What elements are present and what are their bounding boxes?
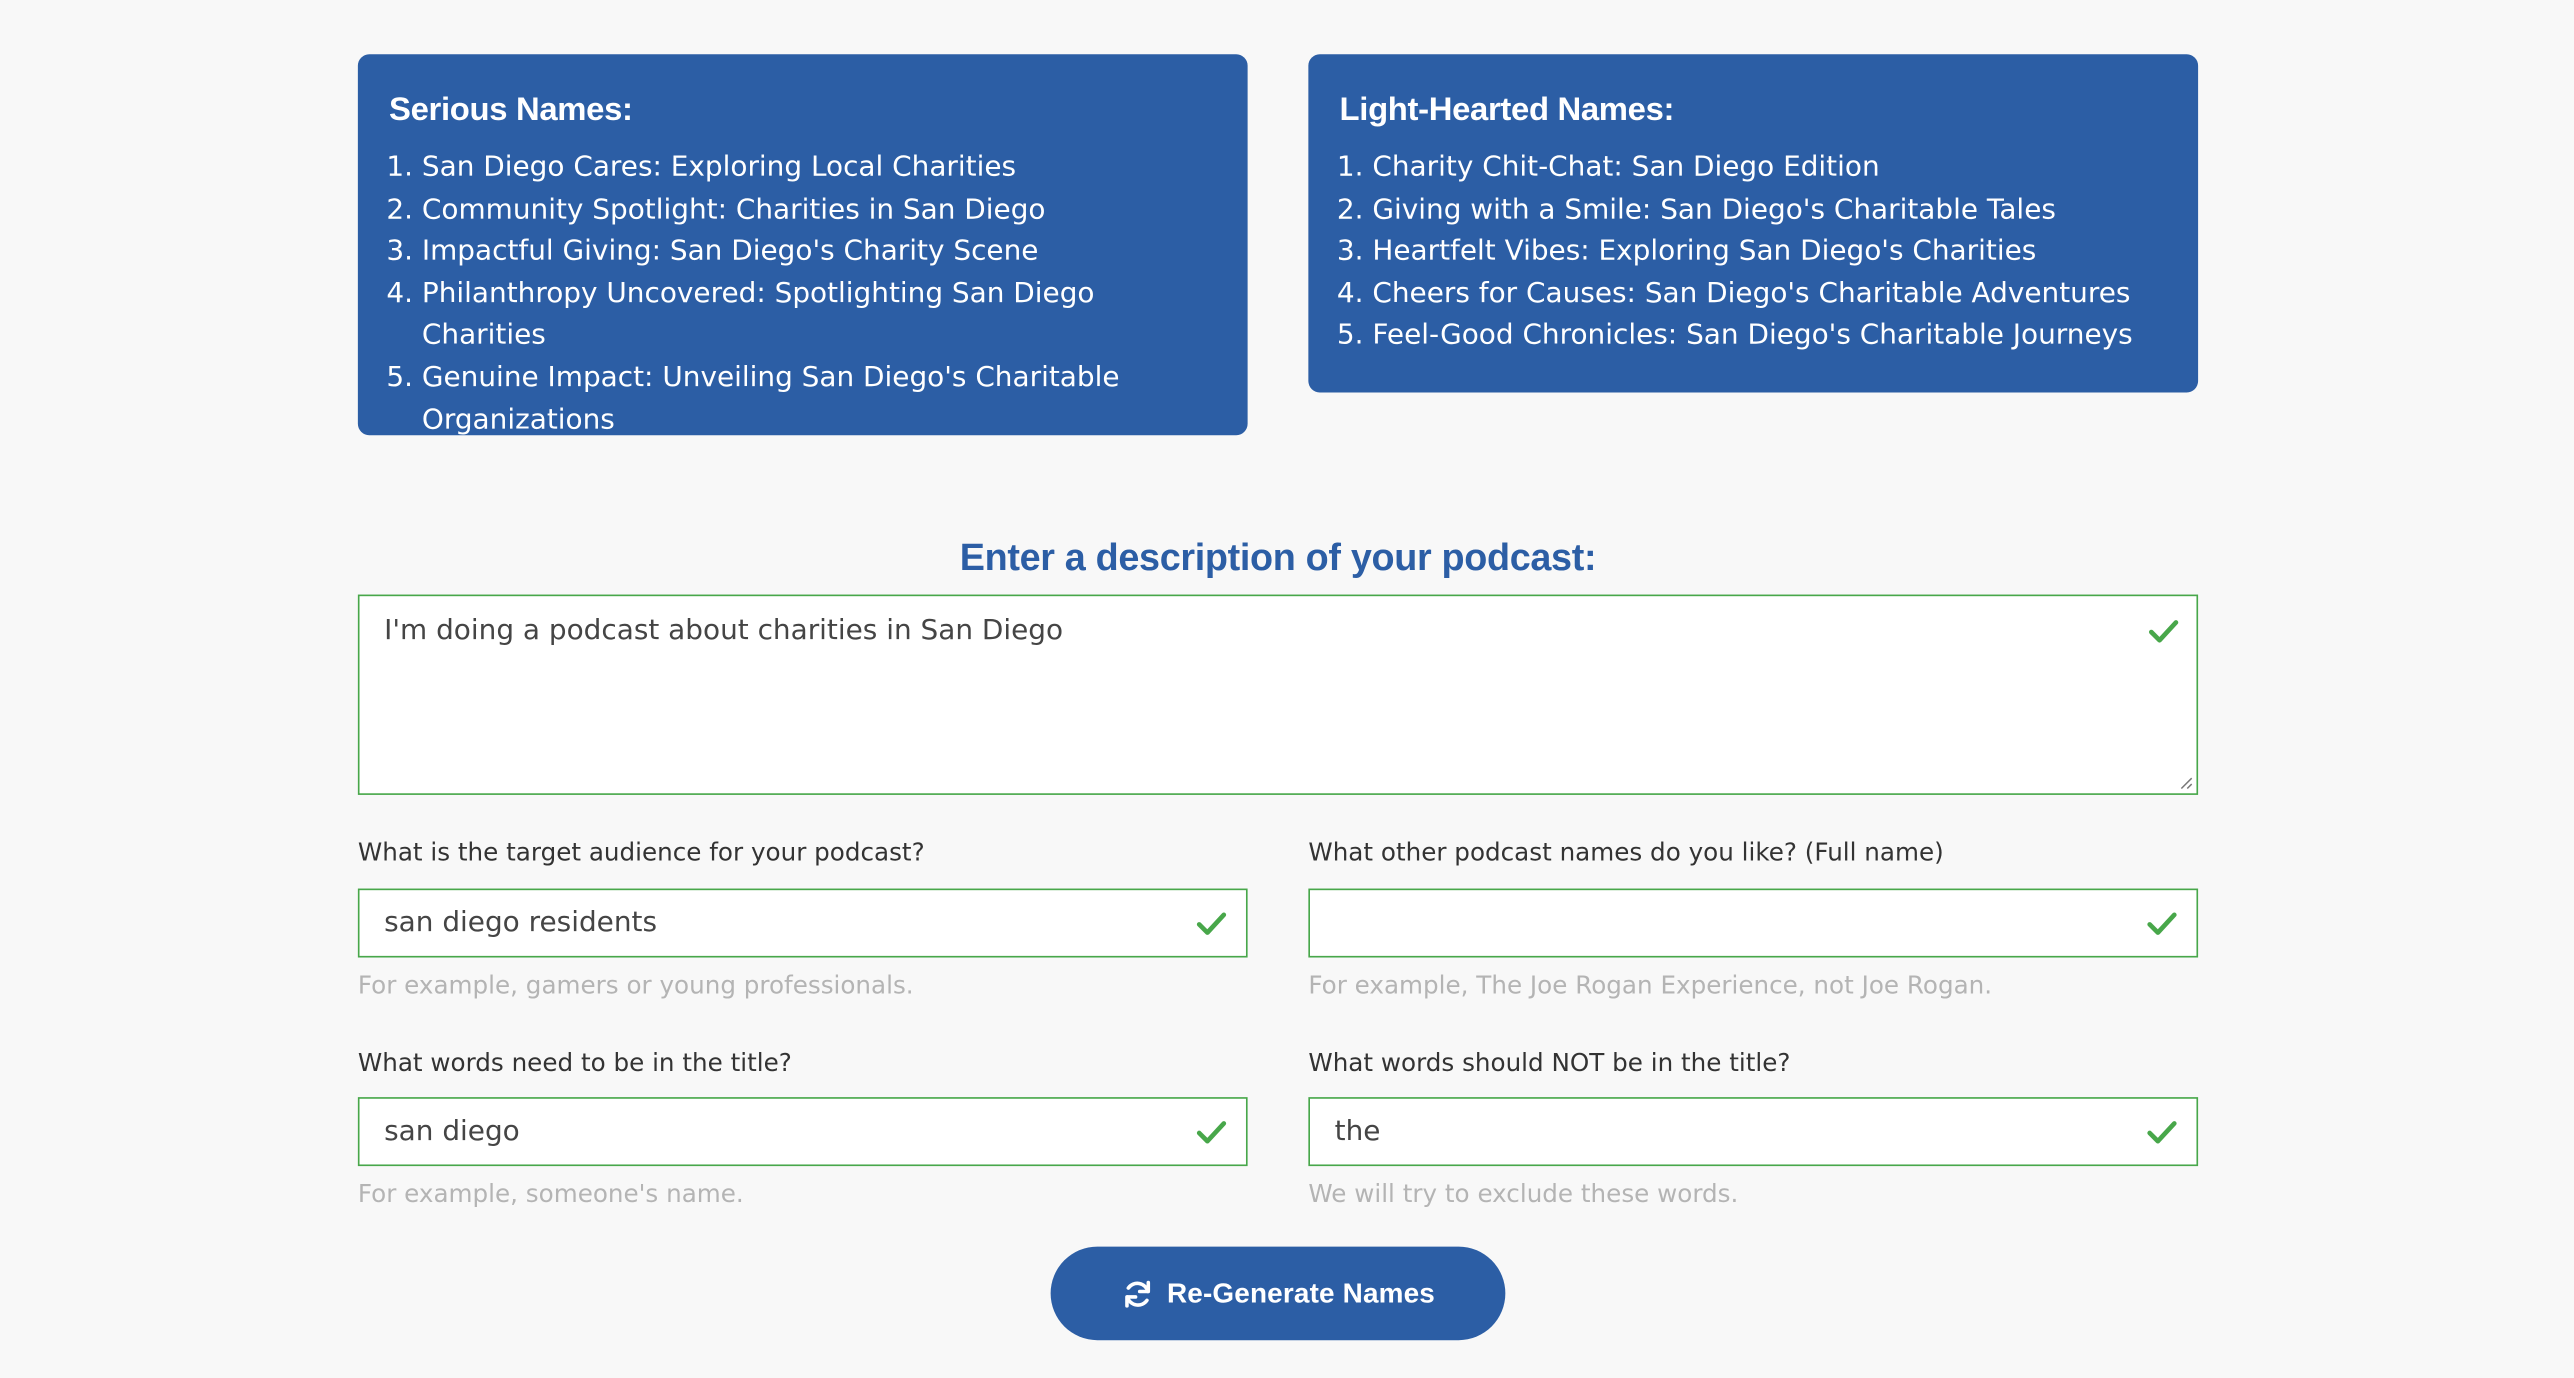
check-icon (2147, 912, 2177, 935)
check-icon (1196, 1121, 1227, 1144)
description-textarea[interactable]: I'm doing a podcast about charities in S… (357, 594, 2199, 795)
include-words-value: san diego (384, 1115, 520, 1149)
exclude-words-value: the (1334, 1115, 1381, 1149)
list-item: Genuine Impact: Unveiling San Diego's Ch… (422, 358, 1217, 442)
check-icon (2148, 620, 2179, 643)
exclude-words-input[interactable]: the (1308, 1097, 2199, 1167)
list-item: Philanthropy Uncovered: Spotlighting San… (422, 274, 1217, 358)
liked-names-label: What other podcast names do you like? (F… (1308, 837, 1944, 868)
serious-names-card: Serious Names: San Diego Cares: Explorin… (357, 54, 1248, 436)
description-heading: Enter a description of your podcast: (959, 535, 1597, 579)
list-item: Giving with a Smile: San Diego's Charita… (1372, 190, 2167, 232)
page: Serious Names: San Diego Cares: Explorin… (0, 0, 2574, 1378)
list-item: Charity Chit-Chat: San Diego Edition (1372, 148, 2167, 190)
audience-value: san diego residents (384, 906, 658, 940)
refresh-icon (1124, 1279, 1150, 1307)
regenerate-names-label: Re-Generate Names (1166, 1276, 1435, 1309)
exclude-words-label: What words should NOT be in the title? (1308, 1047, 1791, 1078)
include-words-help: For example, someone's name. (357, 1179, 744, 1209)
list-item: Community Spotlight: Charities in San Di… (422, 190, 1217, 232)
light-hearted-names-title: Light-Hearted Names: (1339, 91, 1675, 129)
liked-names-input[interactable] (1308, 888, 2199, 958)
light-hearted-names-list: Charity Chit-Chat: San Diego Edition Giv… (1340, 148, 2167, 358)
audience-label: What is the target audience for your pod… (357, 837, 925, 868)
regenerate-names-button[interactable]: Re-Generate Names (1050, 1246, 1506, 1341)
include-words-label: What words need to be in the title? (357, 1047, 792, 1078)
audience-help: For example, gamers or young professiona… (357, 970, 914, 1001)
serious-names-list: San Diego Cares: Exploring Local Chariti… (389, 148, 1216, 442)
light-hearted-names-card: Light-Hearted Names: Charity Chit-Chat: … (1308, 54, 2199, 393)
resize-handle-icon[interactable] (2178, 775, 2193, 790)
liked-names-help: For example, The Joe Rogan Experience, n… (1308, 970, 1993, 1001)
list-item: San Diego Cares: Exploring Local Chariti… (422, 148, 1217, 190)
list-item: Impactful Giving: San Diego's Charity Sc… (422, 232, 1217, 274)
list-item: Feel-Good Chronicles: San Diego's Charit… (1372, 316, 2167, 358)
audience-input[interactable]: san diego residents (357, 888, 1248, 958)
list-item: Heartfelt Vibes: Exploring San Diego's C… (1372, 232, 2167, 274)
exclude-words-help: We will try to exclude these words. (1308, 1179, 1739, 1209)
serious-names-title: Serious Names: (389, 91, 633, 129)
include-words-input[interactable]: san diego (357, 1097, 1248, 1167)
list-item: Cheers for Causes: San Diego's Charitabl… (1372, 274, 2167, 316)
check-icon (2147, 1121, 2177, 1144)
description-value: I'm doing a podcast about charities in S… (384, 614, 1064, 648)
check-icon (1196, 912, 1227, 935)
